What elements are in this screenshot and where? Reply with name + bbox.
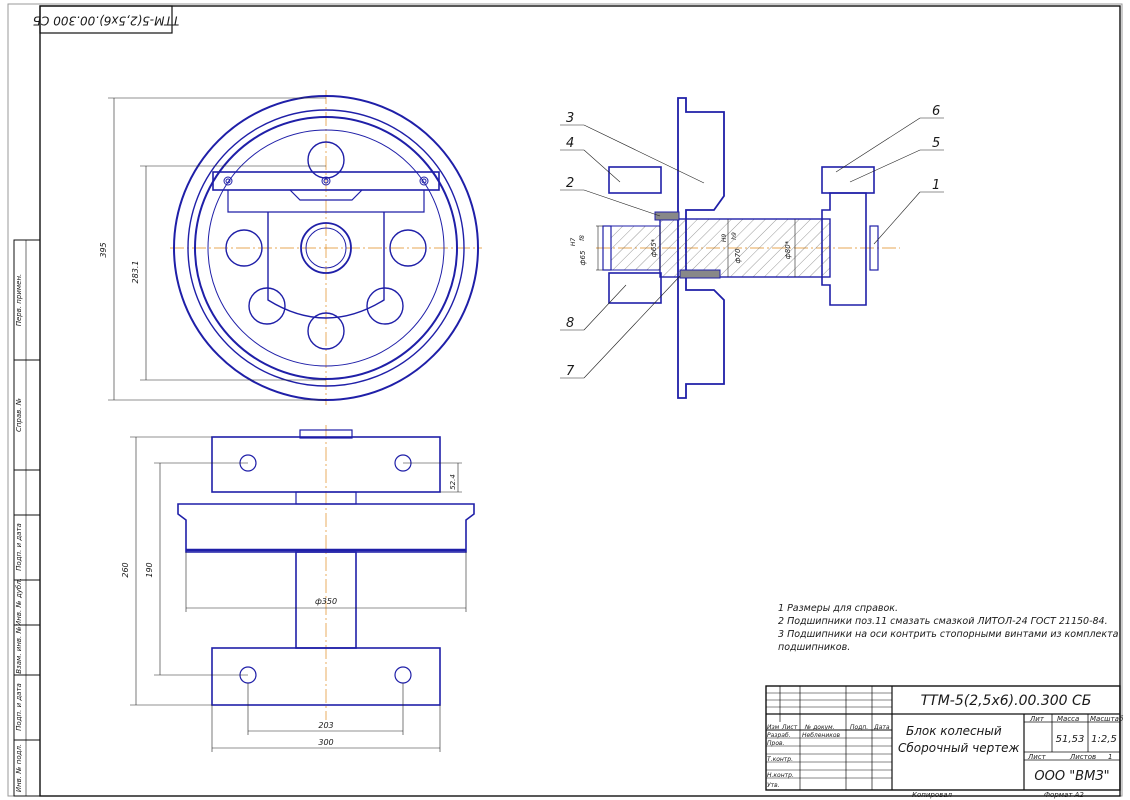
- tb-role-check: Пров.: [767, 740, 785, 747]
- dim-step-label: 52.4: [449, 474, 457, 490]
- sec-fit3: H9: [721, 234, 728, 243]
- tb-format: Формат А2: [1044, 791, 1084, 799]
- tb-col-date: Дата: [873, 724, 890, 731]
- tb-sheet-label: Лист: [1027, 753, 1047, 761]
- tb-col-doc: № докум.: [804, 724, 835, 731]
- callout-3: 3: [566, 111, 574, 126]
- strip-label-3: Подп. и дата: [15, 523, 23, 571]
- tb-mass-value: 51,53: [1056, 734, 1085, 745]
- sec-d2: ф65*: [650, 238, 658, 257]
- tb-col-list: Лист: [781, 724, 798, 731]
- strip-label-7: Инв. № подл.: [15, 744, 23, 792]
- tb-col-sign: Подп.: [850, 724, 868, 731]
- callout-7: 7: [566, 364, 575, 379]
- rotated-stamp-text: ТТМ-5(2,5х6).00.300 СБ: [33, 14, 179, 28]
- tb-sheets-label: Листов: [1069, 753, 1096, 761]
- callout-2: 2: [566, 176, 574, 191]
- drawing-sheet: ТТМ-5(2,5х6).00.300 СБ Перв. примен. Спр…: [7, 3, 1124, 799]
- strip-label-4: Инв. № дубл.: [15, 578, 23, 626]
- note-2: 2 Подшипники поз.11 смазать смазкой ЛИТО…: [778, 616, 1108, 627]
- dim-holes-label: 203: [318, 721, 333, 730]
- note-1: 1 Размеры для справок.: [778, 603, 898, 614]
- title-block: Изм Лист № докум. Подп. Дата Разраб. Неб…: [765, 685, 1124, 799]
- technical-notes: 1 Размеры для справок. 2 Подшипники поз.…: [778, 603, 1119, 653]
- tb-developer: Неблеников: [802, 732, 841, 739]
- strip-label-6: Подп. и дата: [15, 683, 23, 731]
- callout-8: 8: [566, 316, 574, 331]
- callout-6: 6: [932, 104, 940, 119]
- inner-frame: [39, 5, 1121, 797]
- note-3: 3 Подшипники на оси контрить стопорными …: [778, 629, 1119, 640]
- strip-label-5: Взам. инв. №: [15, 626, 23, 674]
- dim-width-label: 300: [318, 738, 333, 747]
- tb-name-1: Блок колесный: [906, 724, 1002, 738]
- dim-span-label: 190: [145, 562, 154, 577]
- tb-role-dev: Разраб.: [767, 732, 791, 739]
- sec-fit3b: h9: [731, 232, 738, 240]
- sec-d3: ф70: [734, 248, 742, 263]
- dim-inner-label: 283.1: [131, 261, 140, 284]
- note-4: подшипников.: [778, 642, 850, 653]
- tb-role-ncontrol: Н.контр.: [767, 772, 794, 779]
- sec-fit1b: f8: [579, 235, 586, 241]
- tb-designation: ТТМ-5(2,5х6).00.300 СБ: [921, 693, 1092, 709]
- tb-organization: ООО "ВМЗ": [1034, 769, 1109, 784]
- tb-name-2: Сборочный чертеж: [898, 741, 1020, 755]
- tb-lit-label: Лит: [1029, 715, 1045, 723]
- tb-copied: Копировал: [912, 791, 953, 799]
- callout-4: 4: [566, 136, 574, 151]
- left-strip: Перв. примен. Справ. № Подп. и дата Инв.…: [13, 239, 41, 797]
- strip-label-2: Справ. №: [15, 398, 23, 432]
- dim-dia-label: ф350: [315, 597, 337, 606]
- tb-mass-label: Масса: [1057, 715, 1079, 723]
- dim-overall-label: 260: [121, 562, 130, 577]
- sec-d1: ф65: [579, 250, 587, 265]
- callout-1: 1: [932, 178, 940, 193]
- tb-role-approve: Утв.: [767, 782, 780, 789]
- strip-label-1: Перв. примен.: [15, 274, 23, 327]
- tb-sheets-value: 1: [1108, 753, 1112, 761]
- top-view: 260 190 ф350 52.4 203 300: [121, 425, 475, 752]
- callout-5: 5: [932, 136, 940, 151]
- tb-col-izm: Изм: [767, 724, 780, 731]
- sec-fit1: H7: [570, 238, 577, 247]
- sec-d4: ф80*: [784, 240, 792, 259]
- dim-outer-label: 395: [99, 242, 108, 257]
- tb-scale-value: 1:2,5: [1091, 734, 1117, 745]
- section-view: ф65 H7 f8 ф65* ф70 H9 h9 ф80* 3 4 2 8 7 …: [560, 97, 944, 399]
- tb-scale-label: Масштаб: [1090, 715, 1124, 723]
- tb-role-tcontrol: Т.контр.: [767, 756, 793, 763]
- front-view: 395 283.1: [99, 90, 482, 405]
